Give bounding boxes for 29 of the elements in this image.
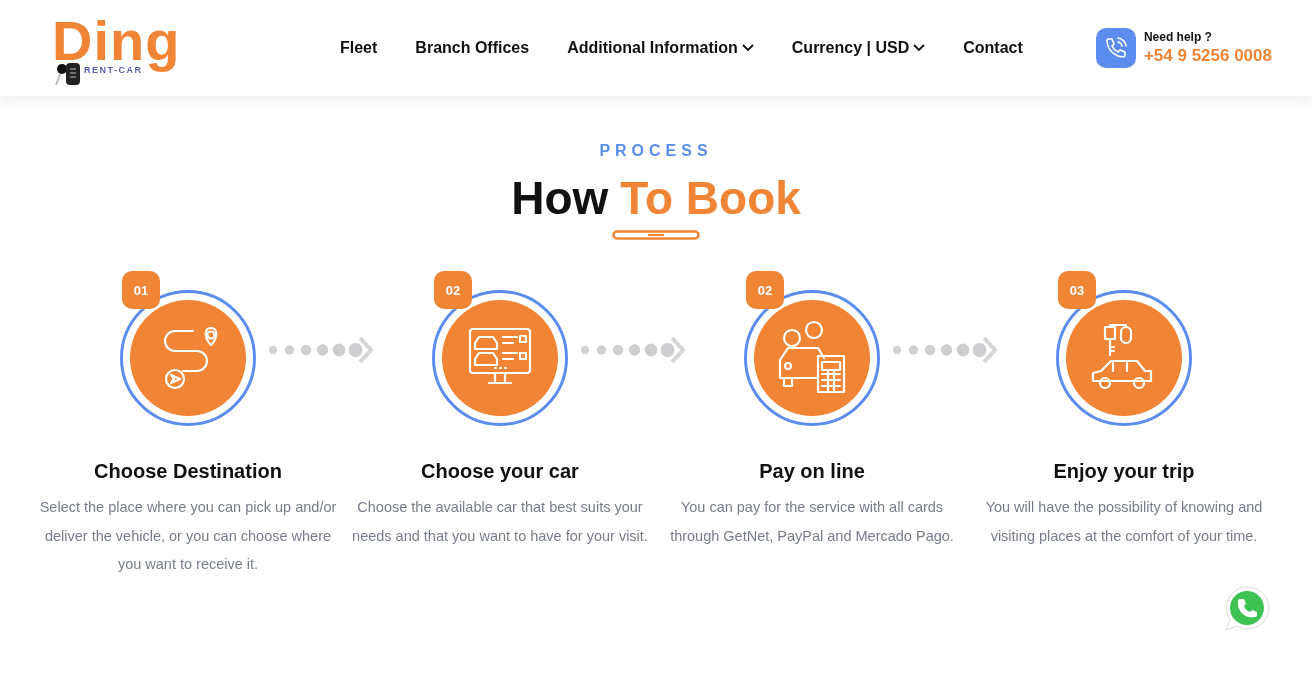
section-eyebrow: PROCESS bbox=[599, 142, 713, 160]
nav-link[interactable]: Fleet bbox=[340, 39, 378, 57]
step-badge: 02 bbox=[746, 271, 784, 309]
step-badge: 01 bbox=[122, 271, 160, 309]
step-title: Pay on line bbox=[759, 460, 865, 483]
dotted-arrow-icon bbox=[268, 335, 374, 365]
whatsapp-button[interactable] bbox=[1222, 584, 1272, 634]
step-title: Choose your car bbox=[421, 460, 579, 483]
section-title-accent: To Book bbox=[620, 172, 801, 224]
step-badge: 03 bbox=[1058, 271, 1096, 309]
phone-tile[interactable] bbox=[1095, 28, 1136, 68]
dotted-arrow-icon bbox=[580, 335, 686, 365]
step-description: Choose the available car that best suits your needs and that you want to have for your visit. bbox=[351, 498, 649, 546]
title-underline-icon bbox=[612, 230, 700, 240]
step-description: You will have the possibility of knowing and visiting places at the comfort of your time. bbox=[984, 498, 1264, 546]
dotted-arrow-icon bbox=[892, 335, 998, 365]
nav-link[interactable]: Currency | USD bbox=[791, 39, 926, 57]
help-label: Need help ? bbox=[1143, 30, 1213, 44]
step-title: Enjoy your trip bbox=[1053, 460, 1195, 483]
chat-phone-icon bbox=[1222, 584, 1272, 634]
step-title: Choose Destination bbox=[94, 460, 282, 483]
nav-link[interactable]: Additional Information bbox=[567, 39, 754, 57]
nav-link[interactable]: Contact bbox=[963, 39, 1023, 57]
step-description: You can pay for the service with all cards through GetNet, PayPal and Mercado Pago. bbox=[669, 498, 955, 546]
phone-icon bbox=[1103, 36, 1128, 60]
step-badge: 02 bbox=[434, 271, 472, 309]
nav-link[interactable]: Branch Offices bbox=[415, 39, 530, 57]
section-title: How bbox=[511, 172, 609, 224]
step-description: Select the place where you can pick up and/or deliver the vehicle, or you can choose where you want to receive it. bbox=[38, 498, 338, 574]
